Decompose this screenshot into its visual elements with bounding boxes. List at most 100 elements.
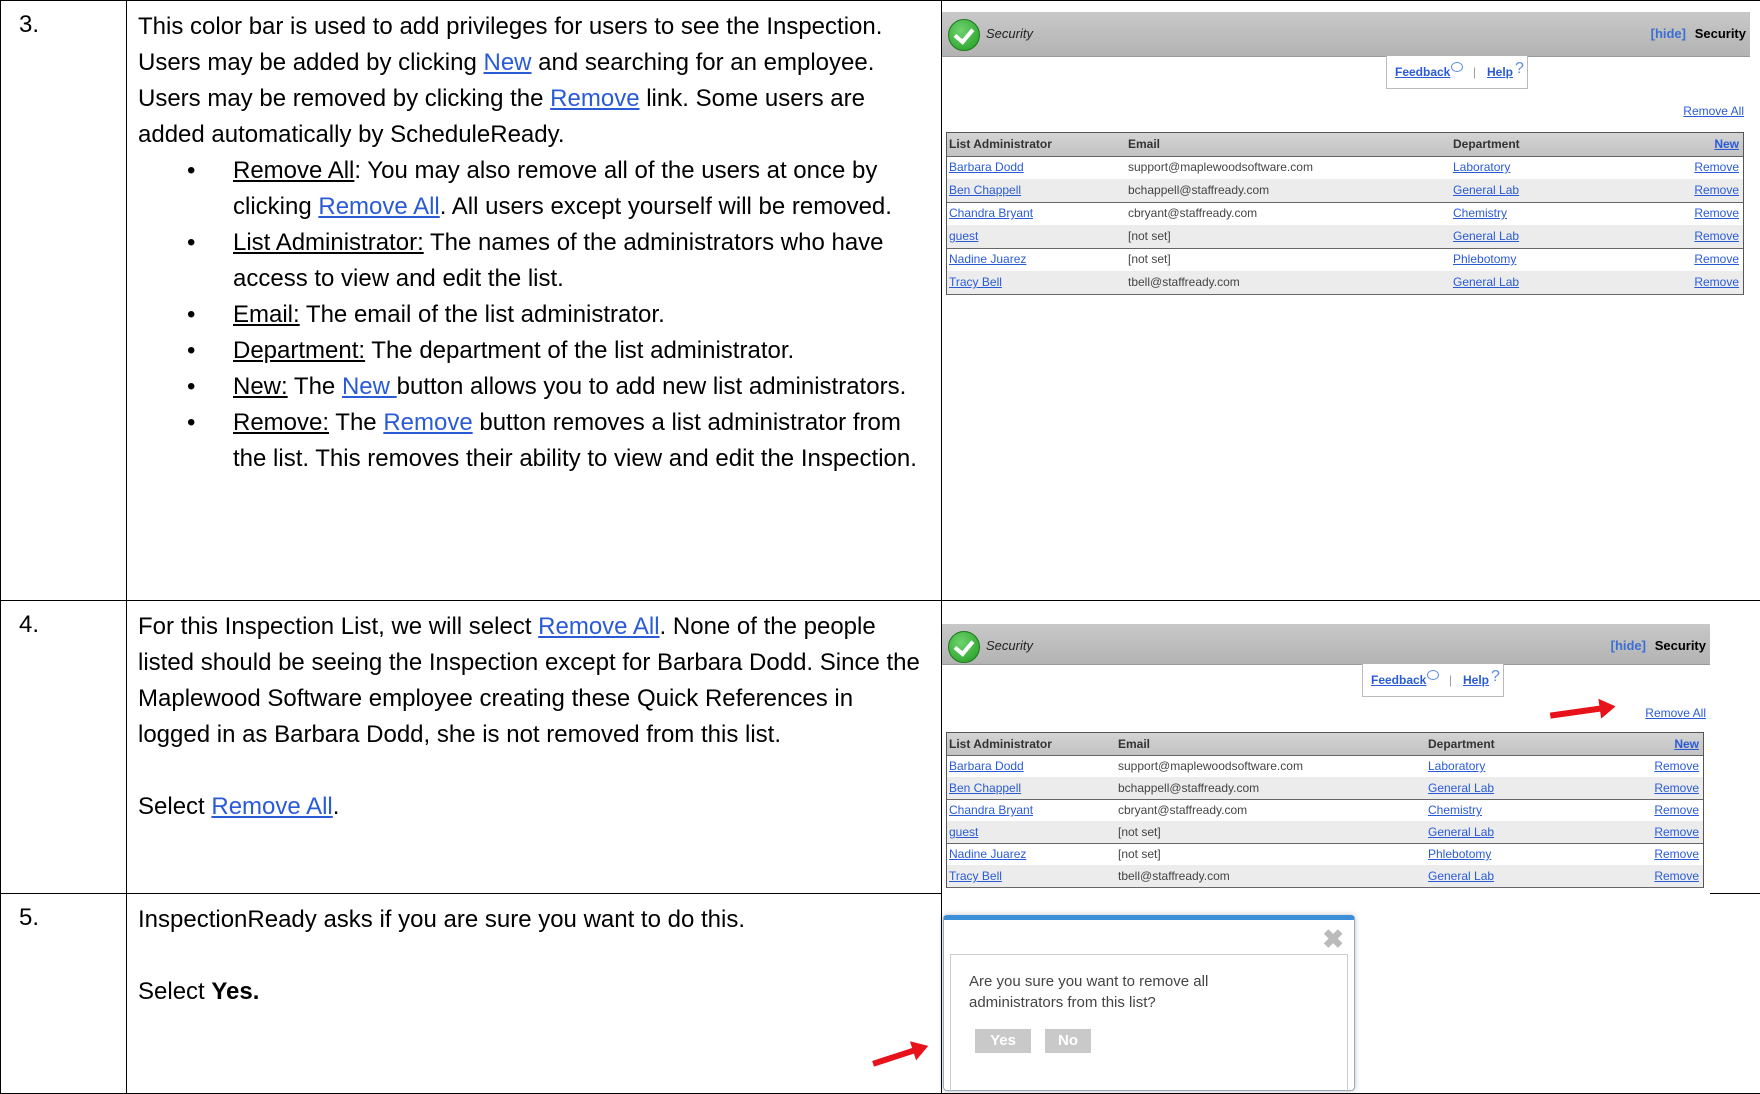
step-text: This color bar is used to add privileges…: [127, 1, 942, 601]
admin-department-link[interactable]: General Lab: [1428, 781, 1494, 795]
section-title: Security: [986, 638, 1033, 653]
remove-link[interactable]: Remove: [1654, 781, 1699, 795]
inline-link[interactable]: Remove All: [211, 793, 332, 820]
feedback-link[interactable]: Feedback: [1395, 65, 1450, 79]
text-run: For this Inspection List, we will select: [138, 613, 538, 640]
separator: |: [1449, 673, 1452, 687]
table-row: Tracy Bell tbell@staffready.com General La…: [947, 271, 1743, 295]
hide-link[interactable]: [hide]: [1611, 638, 1646, 653]
step-3-intro: This color bar is used to add privileges…: [138, 9, 931, 153]
admin-department-link[interactable]: Chemistry: [1428, 803, 1482, 817]
inline-link[interactable]: Remove: [550, 85, 639, 112]
remove-all-link[interactable]: Remove All: [1683, 104, 1744, 118]
remove-link[interactable]: Remove: [1654, 803, 1699, 817]
text-run: The department of the list administrator…: [365, 337, 794, 364]
bullet-item: Department: The department of the list a…: [233, 333, 931, 369]
new-link[interactable]: New: [1714, 137, 1739, 151]
admin-department-link[interactable]: General Lab: [1428, 825, 1494, 839]
administrators-grid: List AdministratorEmailDepartmentNewBarb…: [946, 732, 1704, 888]
column-header-admin: List Administrator: [949, 137, 1052, 151]
hide-link[interactable]: [hide]: [1651, 26, 1686, 41]
step-5-para: InspectionReady asks if you are sure you…: [138, 902, 931, 938]
admin-name-link[interactable]: Chandra Bryant: [949, 206, 1033, 220]
bullet-term: Email:: [233, 301, 300, 328]
admin-department-link[interactable]: Laboratory: [1428, 759, 1485, 773]
feedback-help-box: Feedback|Help?: [1386, 56, 1528, 89]
yes-button[interactable]: Yes: [975, 1029, 1031, 1053]
step-4-select: Select Remove All.: [138, 789, 931, 825]
admin-name-link[interactable]: Barbara Dodd: [949, 759, 1024, 773]
inline-link[interactable]: Remove: [383, 409, 472, 436]
admin-name-link[interactable]: Nadine Juarez: [949, 252, 1026, 266]
feedback-link[interactable]: Feedback: [1371, 673, 1426, 687]
help-link[interactable]: Help: [1463, 673, 1489, 687]
admin-department-link[interactable]: Phlebotomy: [1428, 847, 1491, 861]
bullet-term: List Administrator:: [233, 229, 424, 256]
inline-link[interactable]: New: [342, 373, 397, 400]
remove-link[interactable]: Remove: [1694, 229, 1739, 243]
admin-email: [not set]: [1128, 252, 1171, 266]
remove-link[interactable]: Remove: [1694, 183, 1739, 197]
admin-name-link[interactable]: Chandra Bryant: [949, 803, 1033, 817]
help-icon: ?: [1491, 668, 1500, 686]
admin-name-link[interactable]: Barbara Dodd: [949, 160, 1024, 174]
admin-department-link[interactable]: Chemistry: [1453, 206, 1507, 220]
admin-name-link[interactable]: guest: [949, 229, 978, 243]
section-header-bar: Security [hide] Security: [942, 12, 1750, 57]
remove-link[interactable]: Remove: [1694, 206, 1739, 220]
step-number: 5.: [1, 894, 127, 1094]
admin-department-link[interactable]: Laboratory: [1453, 160, 1510, 174]
step-4-para: For this Inspection List, we will select…: [138, 609, 931, 753]
speech-bubble-icon: [1427, 670, 1439, 680]
check-icon: [948, 631, 980, 663]
dialog-body: Are you sure you want to remove all admi…: [950, 954, 1348, 1092]
section-title: Security: [986, 26, 1033, 41]
column-header-department: Department: [1428, 737, 1495, 751]
remove-link[interactable]: Remove: [1694, 252, 1739, 266]
admin-department-link[interactable]: Phlebotomy: [1453, 252, 1516, 266]
table-row: Barbara Dodd support@maplewoodsoftware.co…: [947, 156, 1743, 180]
remove-all-link[interactable]: Remove All: [1645, 706, 1706, 720]
bullet-item: Email: The email of the list administrat…: [233, 297, 931, 333]
admin-name-link[interactable]: Nadine Juarez: [949, 847, 1026, 861]
admin-name-link[interactable]: Ben Chappell: [949, 781, 1021, 795]
administrators-grid: List AdministratorEmailDepartmentNewBarb…: [946, 132, 1744, 295]
admin-department-link[interactable]: General Lab: [1453, 183, 1519, 197]
remove-link[interactable]: Remove: [1654, 869, 1699, 883]
security-panel-screenshot: Security[hide]SecurityFeedback|Help?Remo…: [942, 624, 1710, 906]
no-button[interactable]: No: [1045, 1029, 1091, 1053]
admin-name-link[interactable]: Ben Chappell: [949, 183, 1021, 197]
remove-link[interactable]: Remove: [1654, 759, 1699, 773]
remove-link[interactable]: Remove: [1654, 825, 1699, 839]
admin-email: [not set]: [1128, 229, 1171, 243]
help-link[interactable]: Help: [1487, 65, 1513, 79]
admin-email: tbell@staffready.com: [1128, 275, 1240, 289]
admin-department-link[interactable]: General Lab: [1453, 229, 1519, 243]
admin-name-link[interactable]: guest: [949, 825, 978, 839]
admin-name-link[interactable]: Tracy Bell: [949, 869, 1002, 883]
admin-department-link[interactable]: General Lab: [1453, 275, 1519, 289]
text-run: . All users except yourself will be remo…: [440, 193, 892, 220]
remove-link[interactable]: Remove: [1654, 847, 1699, 861]
column-header-email: Email: [1118, 737, 1150, 751]
inline-link[interactable]: Remove All: [538, 613, 659, 640]
remove-link[interactable]: Remove: [1694, 275, 1739, 289]
admin-email: bchappell@staffready.com: [1118, 781, 1259, 795]
text-run: The: [288, 373, 342, 400]
inline-link[interactable]: Remove All: [318, 193, 439, 220]
bullet-item: List Administrator: The names of the adm…: [233, 225, 931, 297]
bullet-term: Remove:: [233, 409, 329, 436]
inline-link[interactable]: New: [484, 49, 532, 76]
admin-department-link[interactable]: General Lab: [1428, 869, 1494, 883]
bullet-term: New:: [233, 373, 288, 400]
table-row: Chandra Bryantcbryant@staffready.comChem…: [947, 799, 1703, 822]
table-row: Ben Chappell bchappell@staffready.com Gene…: [947, 777, 1703, 800]
admin-name-link[interactable]: Tracy Bell: [949, 275, 1002, 289]
admin-email: support@maplewoodsoftware.com: [1128, 160, 1313, 174]
close-icon[interactable]: ✖: [1322, 924, 1344, 955]
new-link[interactable]: New: [1674, 737, 1699, 751]
section-right-title: Security: [1695, 26, 1746, 41]
step-3-bullets: Remove All: You may also remove all of t…: [138, 153, 931, 477]
admin-email: tbell@staffready.com: [1118, 869, 1230, 883]
remove-link[interactable]: Remove: [1694, 160, 1739, 174]
